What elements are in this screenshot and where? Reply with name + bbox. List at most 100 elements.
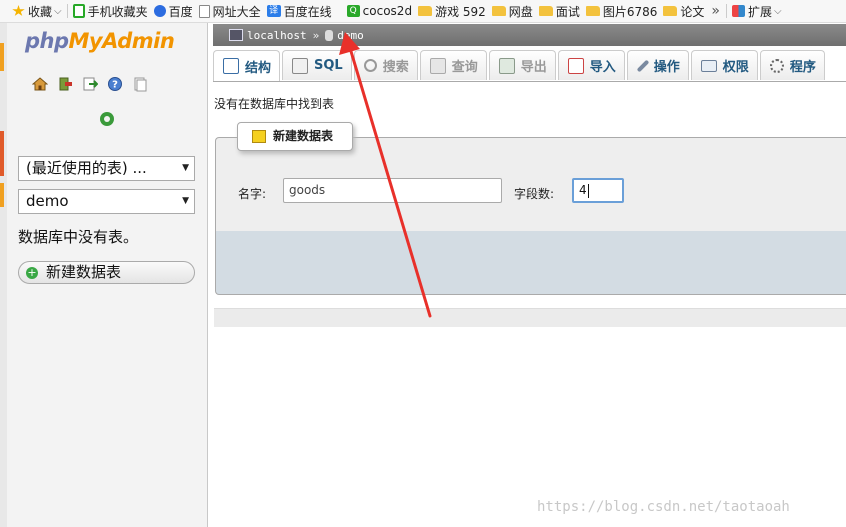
tab-query[interactable]: 查询 <box>419 50 487 80</box>
database-icon <box>325 29 334 41</box>
tab-label: 结构 <box>245 60 272 76</box>
bookmark-folder-games[interactable]: 游戏 592 <box>415 0 489 22</box>
tab-label: 权限 <box>722 60 749 75</box>
folder-icon <box>585 6 600 16</box>
bookmark-label: 百度 <box>168 4 193 19</box>
help-icon[interactable]: ? <box>107 76 123 92</box>
phpmyadmin-logo[interactable]: phpMyAdmin <box>25 29 175 53</box>
database-tabs: 结构 SQL 搜索 查询 导出 导入 操作 权限 程序 <box>213 50 846 82</box>
bookmark-label: 百度在线 <box>283 4 332 19</box>
database-select[interactable]: demo ▼ <box>18 189 195 214</box>
table-name-label: 名字: <box>238 187 267 201</box>
home-icon[interactable] <box>32 76 48 92</box>
star-icon <box>12 5 25 16</box>
collapse-strip[interactable] <box>0 23 7 527</box>
routines-icon <box>769 58 784 73</box>
bookmark-cocos2d[interactable]: Q cocos2d <box>335 0 415 22</box>
folder-icon <box>418 6 433 16</box>
strip-marker <box>0 183 4 207</box>
privileges-icon <box>700 59 717 72</box>
column-count-input[interactable]: 4 <box>572 178 624 203</box>
logo-myadmin-text: MyAdmin <box>68 29 175 53</box>
add-icon: + <box>26 266 38 279</box>
tab-privileges[interactable]: 权限 <box>690 50 758 80</box>
structure-icon <box>223 58 239 74</box>
dropdown-arrow-icon: ▼ <box>182 163 189 173</box>
sql-icon <box>292 57 309 74</box>
phone-icon <box>72 4 85 18</box>
column-count-label: 字段数: <box>514 187 555 201</box>
bookmark-folder-netdisk[interactable]: 网盘 <box>489 0 536 22</box>
tab-label: 导入 <box>589 60 616 75</box>
strip-marker <box>0 43 4 71</box>
svg-text:?: ? <box>112 80 118 91</box>
tab-search[interactable]: 搜索 <box>353 50 418 80</box>
text-cursor <box>587 183 589 198</box>
no-tables-message: 数据库中没有表。 <box>18 228 139 246</box>
tab-routines[interactable]: 程序 <box>759 50 825 80</box>
strip-marker <box>0 131 4 176</box>
search-icon <box>363 59 377 72</box>
navigation-panel: phpMyAdmin ? (最近使用的表) ... ▼ demo ▼ 数据库中没… <box>0 23 208 527</box>
folder-icon <box>491 6 506 16</box>
tab-label: 程序 <box>789 60 816 75</box>
divider <box>725 4 727 18</box>
bookmark-folder-interview[interactable]: 面试 <box>536 0 583 22</box>
sql-query-icon[interactable] <box>82 76 98 92</box>
tab-label: 导出 <box>520 60 547 75</box>
extensions-button[interactable]: 扩展 ⌵ <box>729 0 785 22</box>
navigation-icons: ? <box>32 76 148 92</box>
recent-tables-select[interactable]: (最近使用的表) ... ▼ <box>18 156 195 181</box>
tab-label: 查询 <box>451 60 478 75</box>
tab-sql[interactable]: SQL <box>282 50 352 80</box>
new-table-icon <box>252 130 266 143</box>
no-tables-found-message: 没有在数据库中找到表 <box>214 97 335 111</box>
breadcrumb-database[interactable]: demo <box>337 29 364 42</box>
extensions-icon <box>731 5 745 17</box>
server-icon <box>229 29 243 41</box>
new-table-label: 新建数据表 <box>46 263 122 281</box>
bookmark-label: 收藏 <box>28 4 53 19</box>
docs-icon[interactable] <box>132 76 148 92</box>
chevron-down-icon: ⌵ <box>54 5 62 17</box>
bookmark-baidu[interactable]: 百度 <box>151 0 196 22</box>
bookmark-label: 面试 <box>555 4 580 19</box>
export-icon <box>498 57 515 74</box>
baidu-paw-icon <box>153 5 166 17</box>
reload-icon[interactable] <box>100 112 114 126</box>
tab-label: 搜索 <box>382 60 409 75</box>
tab-import[interactable]: 导入 <box>557 50 625 80</box>
bookmark-folder-papers[interactable]: 论文 <box>660 0 707 22</box>
wrench-icon <box>636 59 650 72</box>
bookmark-folder-images[interactable]: 图片6786 <box>583 0 661 22</box>
folder-icon <box>663 6 678 16</box>
bookmark-mobile[interactable]: 手机收藏夹 <box>70 0 151 22</box>
table-name-input[interactable]: goods <box>283 178 502 203</box>
new-table-button[interactable]: + 新建数据表 <box>18 261 195 284</box>
bookmark-directory[interactable]: 网址大全 <box>196 0 264 22</box>
column-count-value: 4 <box>579 183 587 197</box>
tab-structure[interactable]: 结构 <box>213 50 281 81</box>
bookmark-baidu-online[interactable]: 译 百度在线 <box>264 0 335 22</box>
bookmarks-overflow-button[interactable]: » <box>707 3 724 19</box>
tab-export[interactable]: 导出 <box>488 50 556 80</box>
logout-icon[interactable] <box>57 76 73 92</box>
chevron-down-icon: ⌵ <box>773 5 782 17</box>
bookmark-label: cocos2d <box>362 4 413 18</box>
recent-tables-value: (最近使用的表) ... <box>26 159 147 177</box>
tab-label: 操作 <box>653 60 680 75</box>
create-table-footer <box>215 231 846 295</box>
breadcrumb-server[interactable]: localhost <box>247 29 307 42</box>
create-table-legend-label: 新建数据表 <box>273 129 334 143</box>
search-icon: Q <box>346 5 360 17</box>
bookmarks-bar: 收藏 ⌵ 手机收藏夹 百度 网址大全 译 百度在线 Q cocos2d 游戏 5… <box>0 0 846 23</box>
database-select-value: demo <box>26 192 69 210</box>
breadcrumb-separator: » <box>312 28 320 42</box>
tab-operations[interactable]: 操作 <box>626 50 689 80</box>
bookmark-favorites[interactable]: 收藏 ⌵ <box>0 0 65 22</box>
dropdown-arrow-icon: ▼ <box>182 196 189 206</box>
logo-php-text: php <box>25 29 69 53</box>
tab-label: SQL <box>314 58 343 73</box>
divider <box>66 4 68 18</box>
query-icon <box>429 57 446 74</box>
